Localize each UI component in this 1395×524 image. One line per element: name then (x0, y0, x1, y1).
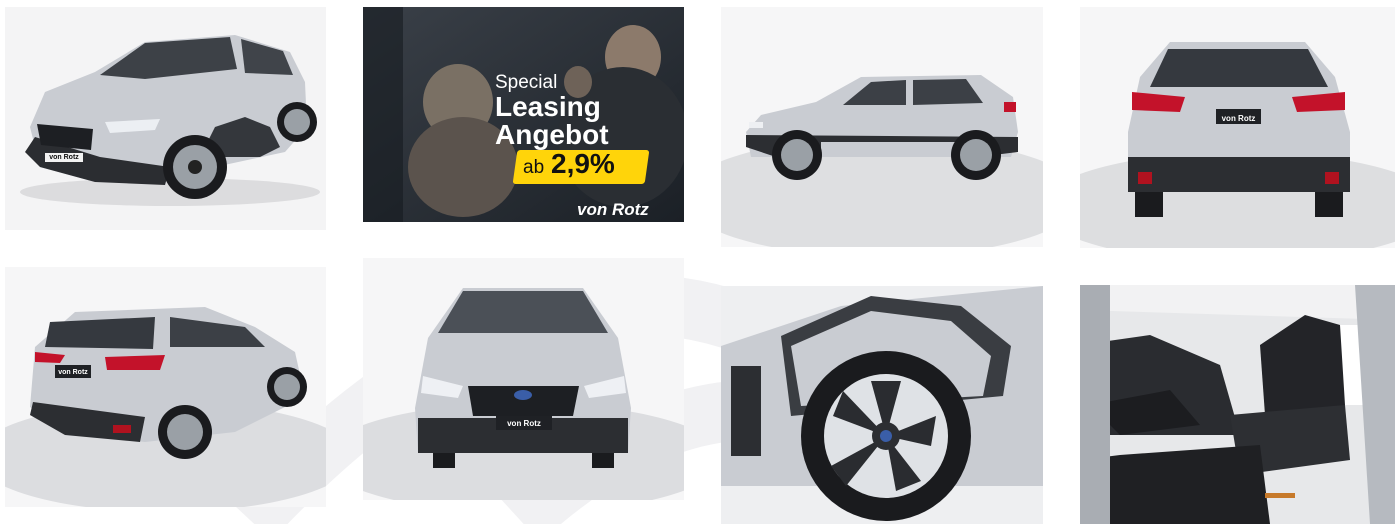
gallery-thumbnail-side-profile[interactable] (721, 7, 1043, 247)
image-gallery: von Rotz Special Leasing Angebot ab 2,9%… (0, 0, 1395, 524)
brand-logo: von Rotz (577, 200, 649, 219)
car-image-side-profile (721, 7, 1043, 247)
car-image-front-three-quarter: von Rotz (5, 7, 326, 230)
promo-line-leasing: Leasing (495, 91, 601, 122)
car-image-interior (1080, 285, 1395, 524)
promo-badge-rate: 2,9% (551, 148, 615, 179)
license-plate: von Rotz (507, 419, 541, 428)
car-image-rear-three-quarter: von Rotz (5, 267, 326, 507)
gallery-thumbnail-wheel-detail[interactable] (721, 286, 1043, 524)
gallery-thumbnail-interior[interactable] (1080, 285, 1395, 524)
promo-badge-prefix: ab (523, 157, 545, 178)
gallery-thumbnail-rear[interactable]: von Rotz (1080, 7, 1395, 248)
license-plate: von Rotz (1222, 114, 1256, 123)
gallery-thumbnail-rear-three-quarter[interactable]: von Rotz (5, 267, 326, 507)
car-image-rear: von Rotz (1080, 7, 1395, 248)
gallery-thumbnail-leasing-promo[interactable]: Special Leasing Angebot ab 2,9% von Rotz (363, 7, 684, 222)
car-image-front: von Rotz (363, 258, 684, 500)
gallery-thumbnail-front[interactable]: von Rotz (363, 258, 684, 500)
promo-line-angebot: Angebot (495, 119, 609, 150)
license-plate: von Rotz (49, 154, 79, 161)
promo-line-special: Special (495, 72, 558, 93)
car-image-wheel-detail (721, 286, 1043, 524)
license-plate: von Rotz (58, 369, 88, 376)
gallery-thumbnail-front-three-quarter[interactable]: von Rotz (5, 7, 326, 230)
